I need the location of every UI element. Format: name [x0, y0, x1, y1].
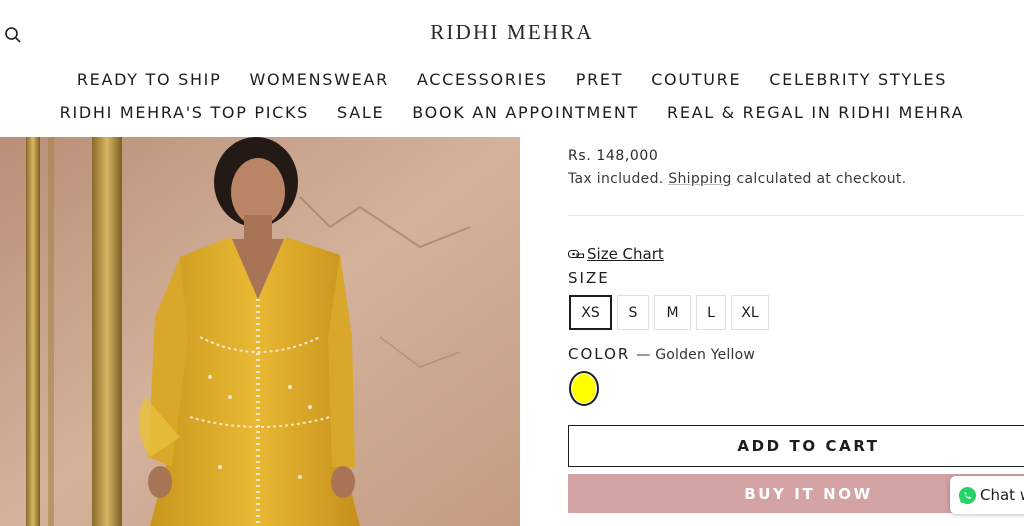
- color-label-key: COLOR: [568, 345, 631, 363]
- tax-text: Tax included.: [568, 171, 669, 187]
- add-to-cart-button[interactable]: ADD TO CART: [568, 425, 1024, 467]
- nav-sale[interactable]: SALE: [337, 103, 384, 122]
- size-chart-label: Size Chart: [587, 245, 664, 263]
- nav-real-and-regal[interactable]: REAL & REGAL IN RIDHI MEHRA: [667, 103, 964, 122]
- product-image[interactable]: [0, 137, 520, 526]
- size-option-xl[interactable]: XL: [731, 295, 769, 330]
- whatsapp-chat-button[interactable]: Chat w: [950, 476, 1024, 514]
- size-chart-link[interactable]: Size Chart: [568, 245, 664, 263]
- tax-note: Tax included. Shipping calculated at che…: [568, 171, 906, 187]
- size-label: SIZE: [568, 269, 610, 287]
- nav-top-picks[interactable]: RIDHI MEHRA'S TOP PICKS: [60, 103, 309, 122]
- main-nav-row-2: RIDHI MEHRA'S TOP PICKS SALE BOOK AN APP…: [0, 103, 1024, 122]
- color-label: COLOR — Golden Yellow: [568, 345, 755, 363]
- nav-couture[interactable]: COUTURE: [651, 70, 741, 89]
- measuring-tape-icon: [568, 250, 584, 258]
- divider: [568, 215, 1024, 216]
- product-price: Rs. 148,000: [568, 148, 659, 164]
- nav-celebrity-styles[interactable]: CELEBRITY STYLES: [769, 70, 947, 89]
- nav-ready-to-ship[interactable]: READY TO SHIP: [77, 70, 222, 89]
- nav-womenswear[interactable]: WOMENSWEAR: [249, 70, 388, 89]
- size-option-s[interactable]: S: [617, 295, 649, 330]
- size-option-l[interactable]: L: [696, 295, 726, 330]
- tax-text-suffix: calculated at checkout.: [731, 171, 907, 187]
- size-option-m[interactable]: M: [654, 295, 691, 330]
- color-swatch-golden-yellow[interactable]: [569, 371, 599, 406]
- nav-pret[interactable]: PRET: [576, 70, 623, 89]
- color-value: — Golden Yellow: [636, 347, 756, 363]
- site-header: RIDHI MEHRA READY TO SHIP WOMENSWEAR ACC…: [0, 0, 1024, 137]
- main-nav-row-1: READY TO SHIP WOMENSWEAR ACCESSORIES PRE…: [0, 70, 1024, 89]
- brand-logo[interactable]: RIDHI MEHRA: [0, 20, 1024, 45]
- nav-accessories[interactable]: ACCESSORIES: [417, 70, 548, 89]
- chat-label: Chat w: [980, 486, 1024, 504]
- product-photo-illustration: [0, 137, 520, 526]
- nav-book-appointment[interactable]: BOOK AN APPOINTMENT: [412, 103, 639, 122]
- shipping-link[interactable]: Shipping: [668, 171, 731, 187]
- size-option-xs[interactable]: XS: [569, 295, 612, 330]
- size-selector: XS S M L XL: [569, 295, 774, 330]
- swatch-fill: [572, 374, 596, 403]
- whatsapp-icon: [958, 486, 977, 504]
